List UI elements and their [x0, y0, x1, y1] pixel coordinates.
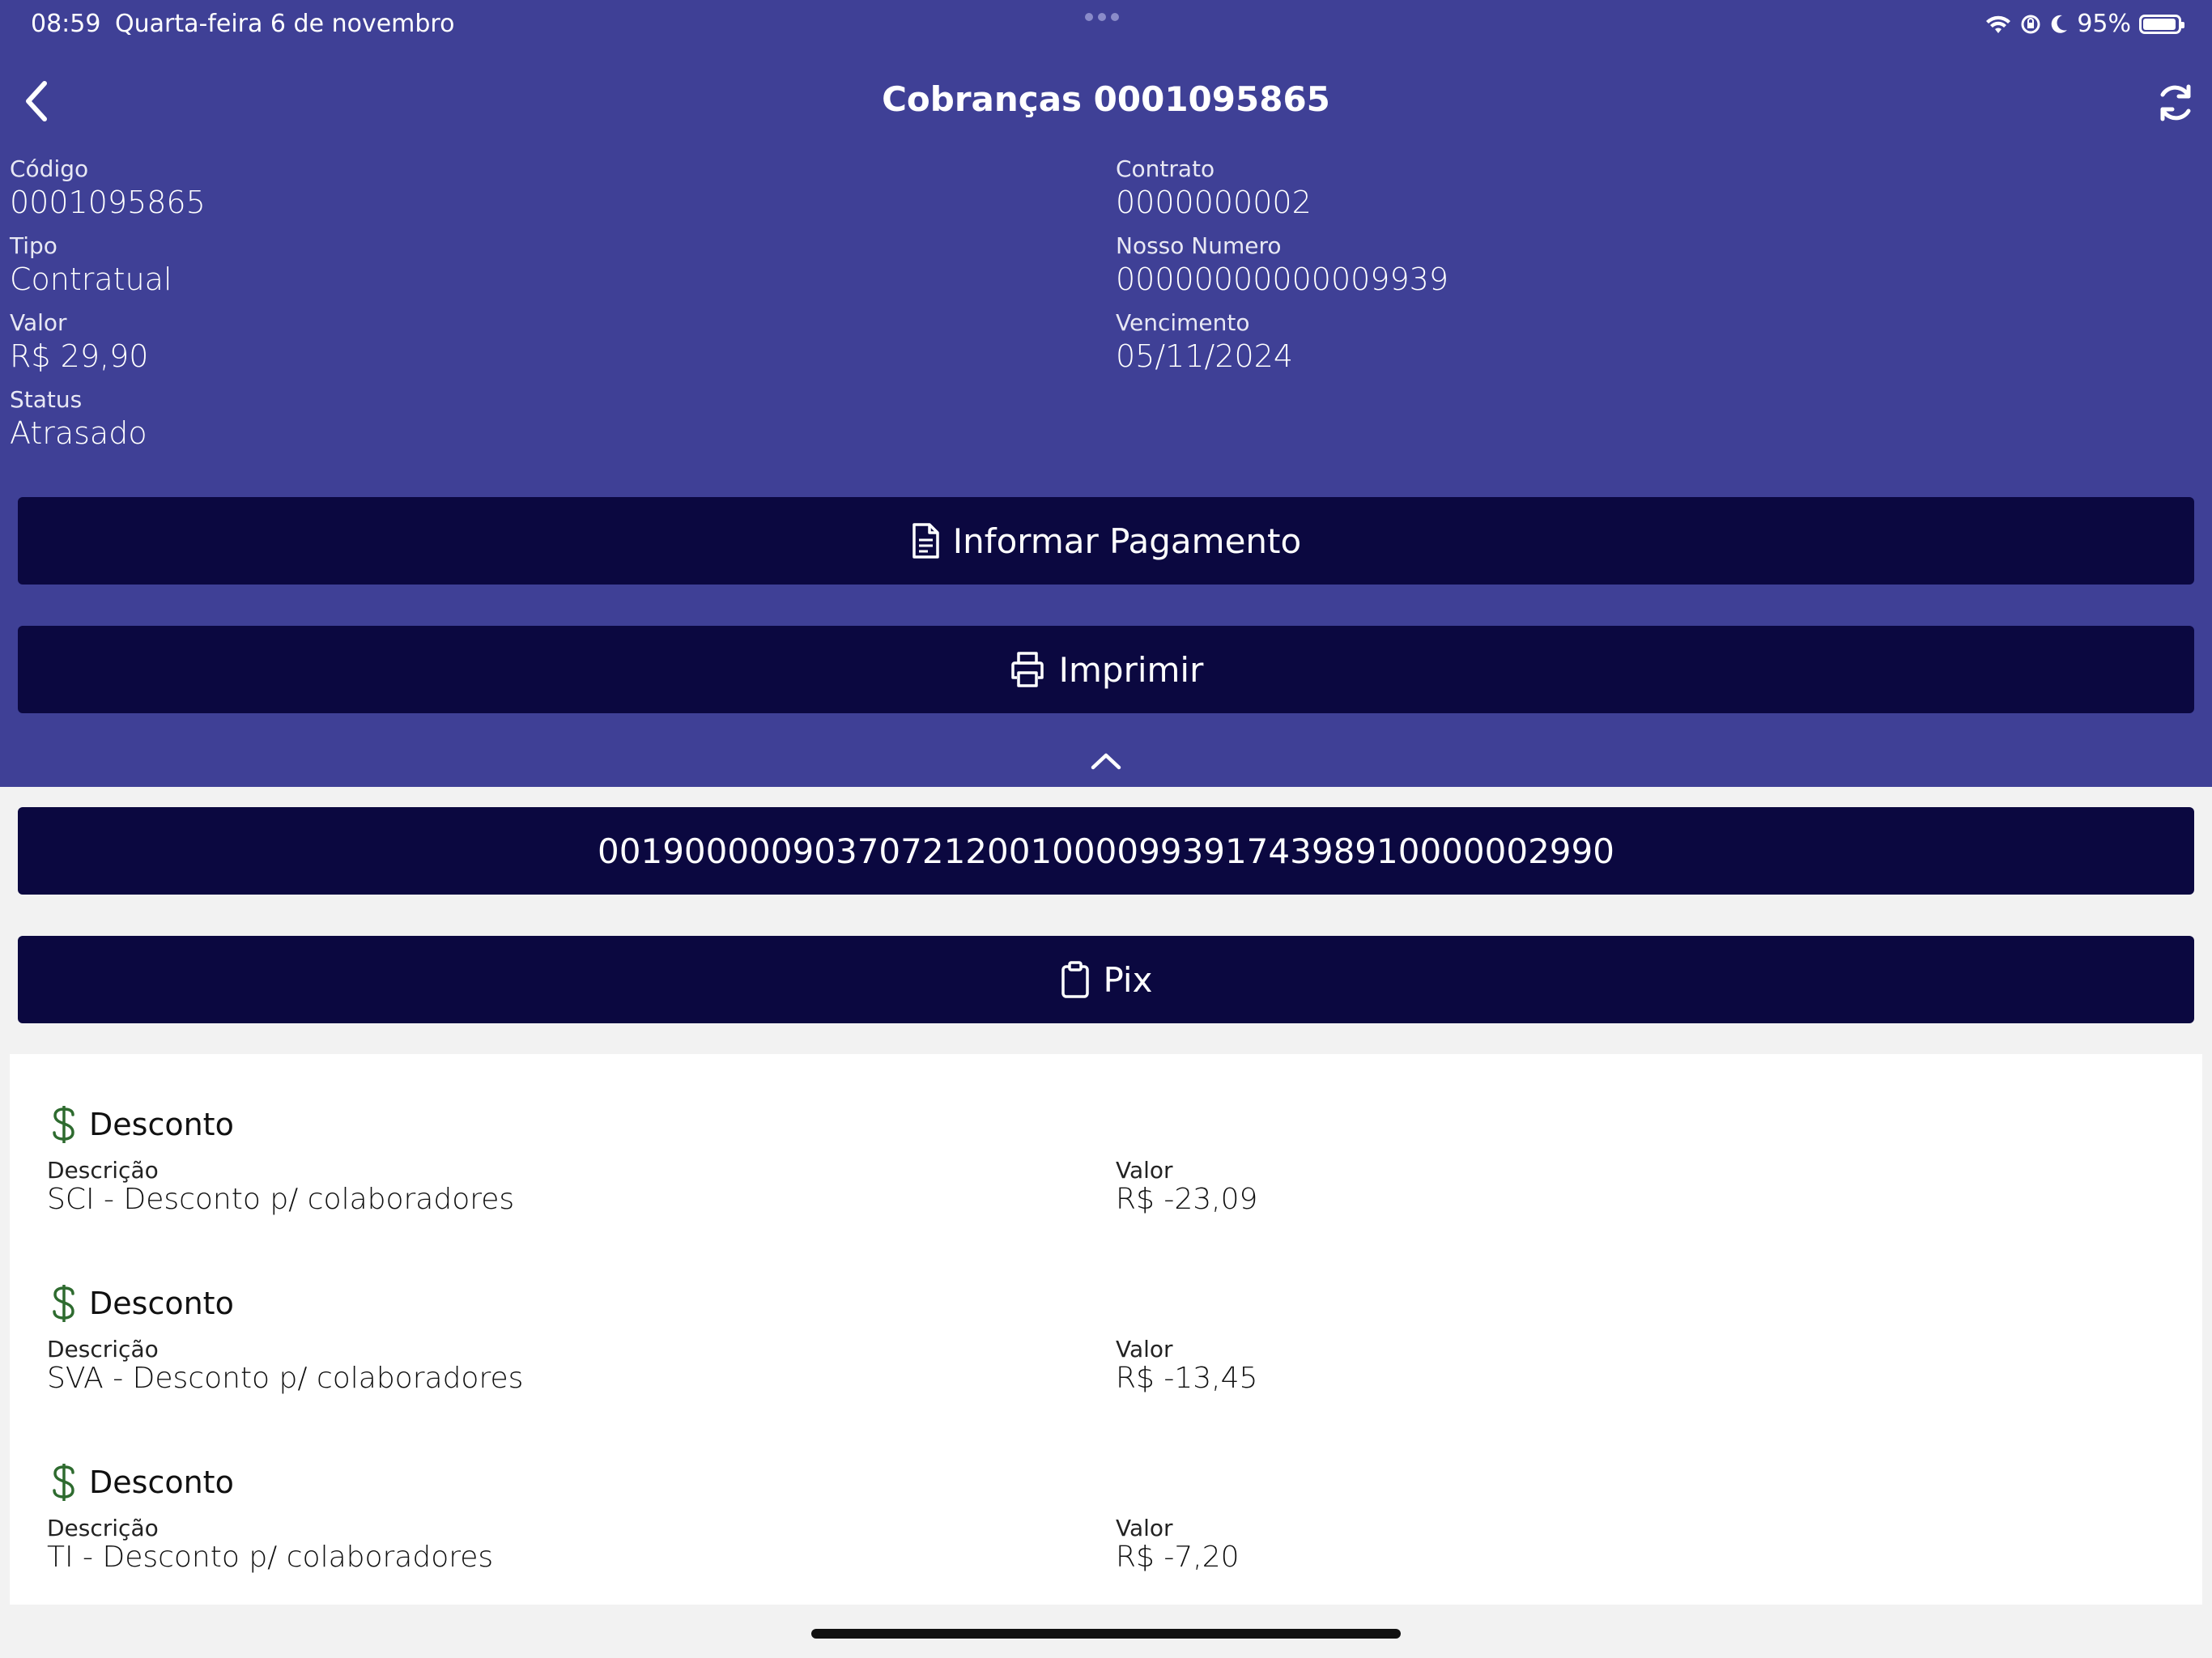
item-header: Desconto: [50, 1283, 234, 1324]
list-item: Desconto Descrição TI - Desconto p/ cola…: [10, 1462, 2202, 1624]
barcode-text: 0019000009037072120010000993917439891000…: [598, 831, 1614, 871]
home-indicator[interactable]: [811, 1629, 1401, 1639]
field-label: Tipo: [10, 232, 57, 259]
status-date: Quarta-feira 6 de novembro: [115, 10, 455, 38]
list-item: Desconto Descrição SCI - Desconto p/ col…: [10, 1104, 2202, 1266]
dollar-icon: [53, 1285, 74, 1322]
item-title: Desconto: [89, 1465, 234, 1500]
item-val-value: R$ -23,09: [1116, 1183, 1258, 1216]
item-desc-label: Descrição: [47, 1515, 159, 1541]
item-desc-value: SCI - Desconto p/ colaboradores: [47, 1183, 515, 1216]
chevron-up-icon: [1091, 753, 1121, 770]
field-vencimento: Vencimento 05/11/2024: [1116, 309, 2168, 376]
field-value: Atrasado: [10, 415, 147, 451]
dollar-icon: [53, 1464, 74, 1501]
field-tipo: Tipo Contratual: [10, 232, 1062, 299]
informar-pagamento-button[interactable]: Informar Pagamento: [18, 497, 2194, 585]
field-label: Código: [10, 155, 89, 182]
item-val-label: Valor: [1116, 1157, 1173, 1184]
document-icon: [912, 523, 939, 559]
item-desc-value: SVA - Desconto p/ colaboradores: [47, 1362, 524, 1395]
status-time: 08:59: [31, 10, 101, 38]
collapse-button[interactable]: [1074, 737, 1138, 785]
item-val-value: R$ -7,20: [1116, 1541, 1240, 1574]
item-header: Desconto: [50, 1104, 234, 1145]
field-label: Valor: [10, 309, 67, 336]
imprimir-button[interactable]: Imprimir: [18, 626, 2194, 713]
moon-icon: [2049, 14, 2069, 35]
item-desc-label: Descrição: [47, 1336, 159, 1363]
status-bar: 08:59 Quarta-feira 6 de novembro 95%: [0, 0, 2212, 49]
item-header: Desconto: [50, 1462, 234, 1503]
item-val-value: R$ -13,45: [1116, 1362, 1258, 1395]
battery-fill: [2143, 18, 2176, 30]
items-card: Desconto Descrição SCI - Desconto p/ col…: [10, 1054, 2202, 1605]
dollar-icon: [53, 1106, 74, 1143]
field-label: Vencimento: [1116, 309, 1250, 336]
refresh-button[interactable]: [2147, 74, 2204, 131]
field-value: 0000000002: [1116, 185, 1312, 220]
field-codigo: Código 0001095865: [10, 155, 1062, 222]
battery-percent: 95%: [2077, 10, 2131, 38]
field-label: Status: [10, 386, 83, 413]
item-val-label: Valor: [1116, 1336, 1173, 1363]
status-icons: 95%: [1984, 10, 2184, 38]
imprimir-label: Imprimir: [1058, 649, 1204, 690]
item-val-label: Valor: [1116, 1515, 1173, 1541]
refresh-icon: [2160, 84, 2191, 121]
wifi-icon: [1984, 14, 2012, 35]
field-contrato: Contrato 0000000002: [1116, 155, 2168, 222]
field-value: 0001095865: [10, 185, 206, 220]
clipboard-icon: [1061, 961, 1089, 998]
item-desc-label: Descrição: [47, 1157, 159, 1184]
field-valor: Valor R$ 29,90: [10, 309, 1062, 376]
pix-label: Pix: [1103, 959, 1153, 1000]
pix-button[interactable]: Pix: [18, 936, 2194, 1023]
battery-icon: [2139, 14, 2184, 34]
field-value: R$ 29,90: [10, 338, 149, 374]
header: 08:59 Quarta-feira 6 de novembro 95% Cob…: [0, 0, 2212, 787]
orientation-lock-icon: [2020, 14, 2041, 35]
item-desc-value: TI - Desconto p/ colaboradores: [47, 1541, 494, 1574]
field-label: Contrato: [1116, 155, 1215, 182]
nav-bar: Cobranças 0001095865: [0, 65, 2212, 138]
field-status: Status Atrasado: [10, 386, 1062, 453]
field-value: 00000000000009939: [1116, 261, 1449, 297]
field-value: 05/11/2024: [1116, 338, 1294, 374]
list-item: Desconto Descrição SVA - Desconto p/ col…: [10, 1283, 2202, 1445]
barcode-button[interactable]: 0019000009037072120010000993917439891000…: [18, 807, 2194, 895]
printer-icon: [1010, 652, 1044, 687]
item-title: Desconto: [89, 1286, 234, 1321]
field-label: Nosso Numero: [1116, 232, 1282, 259]
page-title: Cobranças 0001095865: [882, 79, 1330, 119]
informar-pagamento-label: Informar Pagamento: [952, 521, 1302, 561]
field-nosso-numero: Nosso Numero 00000000000009939: [1116, 232, 2168, 299]
multitasking-dots[interactable]: [1085, 13, 1119, 21]
field-value: Contratual: [10, 261, 172, 297]
item-title: Desconto: [89, 1107, 234, 1142]
